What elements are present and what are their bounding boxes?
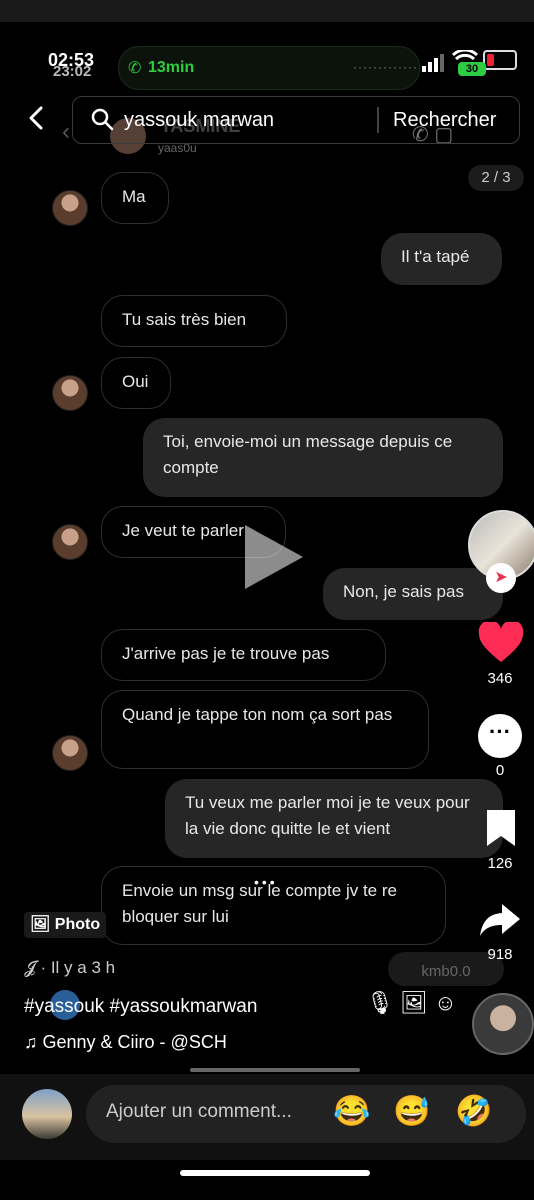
message-bubble-in: J'arrive pas je te trouve pas — [101, 629, 386, 681]
ghost-back-icon: ‹ — [62, 118, 70, 145]
top-edge — [0, 0, 534, 22]
send-icon[interactable]: ➤ — [486, 563, 516, 593]
call-waveform: ············· — [353, 60, 418, 74]
heart-icon[interactable] — [478, 622, 524, 664]
music-note-icon: ♫ — [24, 1032, 38, 1052]
message-bubble-out: Non, je sais pas — [323, 568, 503, 620]
message-bubble-in: Quand je tappe ton nom ça sort pas — [101, 690, 429, 769]
comment-count: 0 — [495, 762, 505, 779]
like-count: 346 — [487, 670, 513, 687]
search-button[interactable]: Rechercher — [393, 109, 496, 132]
scroll-indicator — [190, 1068, 360, 1072]
photo-tag: 🖼 Photo — [24, 912, 107, 938]
emoji-joy[interactable]: 😂 — [333, 1094, 370, 1129]
share-count: 918 — [487, 946, 513, 963]
play-icon[interactable] — [245, 525, 303, 589]
image-page-counter: 2 / 3 — [468, 165, 524, 191]
back-chevron-icon[interactable] — [28, 106, 44, 137]
status-time: 02:53 — [48, 50, 95, 70]
user-avatar[interactable] — [22, 1089, 72, 1139]
battery-icon — [483, 50, 517, 70]
message-bubble-out: Il t'a tapé — [381, 233, 502, 285]
emoji-sweat-smile[interactable]: 😅 — [393, 1094, 430, 1129]
message-bubble-out: Tu veux me parler moi je te veux pour la… — [165, 779, 503, 858]
search-input[interactable]: yassouk marwan — [124, 109, 274, 132]
music-disc[interactable] — [472, 993, 534, 1055]
photo-icon: 🖼 — [30, 916, 51, 933]
photo-label: Photo — [54, 916, 101, 933]
search-divider — [377, 107, 379, 133]
music-line[interactable]: ♫ Genny & Ciiro - @SCH — [24, 1032, 227, 1053]
save-count: 126 — [487, 855, 513, 872]
battery-ghost-badge: 30 — [458, 62, 486, 76]
comment-icon[interactable]: ··· — [478, 714, 522, 758]
carousel-dots: ••• — [254, 874, 278, 890]
contact-avatar — [52, 524, 88, 560]
post-hashtags[interactable]: #yassouk #yassoukmarwan — [24, 996, 257, 1018]
contact-avatar — [52, 735, 88, 771]
message-bubble-out: Toi, envoie-moi un message depuis ce com… — [143, 418, 503, 497]
music-title: Genny & Ciiro - @SCH — [42, 1032, 227, 1052]
contact-avatar — [52, 190, 88, 226]
bookmark-icon[interactable] — [485, 808, 517, 848]
home-indicator[interactable] — [180, 1170, 370, 1176]
message-bubble-in: Tu sais très bien — [101, 295, 287, 347]
comment-placeholder[interactable]: Ajouter un comment... — [106, 1101, 292, 1123]
call-duration: 13min — [148, 59, 195, 76]
phone-icon: ✆ — [128, 60, 142, 77]
emoji-rofl[interactable]: 🤣 — [455, 1094, 492, 1129]
contact-avatar — [52, 375, 88, 411]
signal-icon — [422, 54, 444, 72]
post-time: 𝓙 · Il y a 3 h — [24, 958, 116, 977]
message-bubble-in: Ma — [101, 172, 169, 224]
search-icon — [91, 108, 114, 131]
message-bubble-in: Oui — [101, 357, 171, 409]
chat-input-icons-ghost: 🎙 🖼 ☺ — [366, 990, 457, 1015]
share-icon[interactable] — [478, 900, 522, 940]
